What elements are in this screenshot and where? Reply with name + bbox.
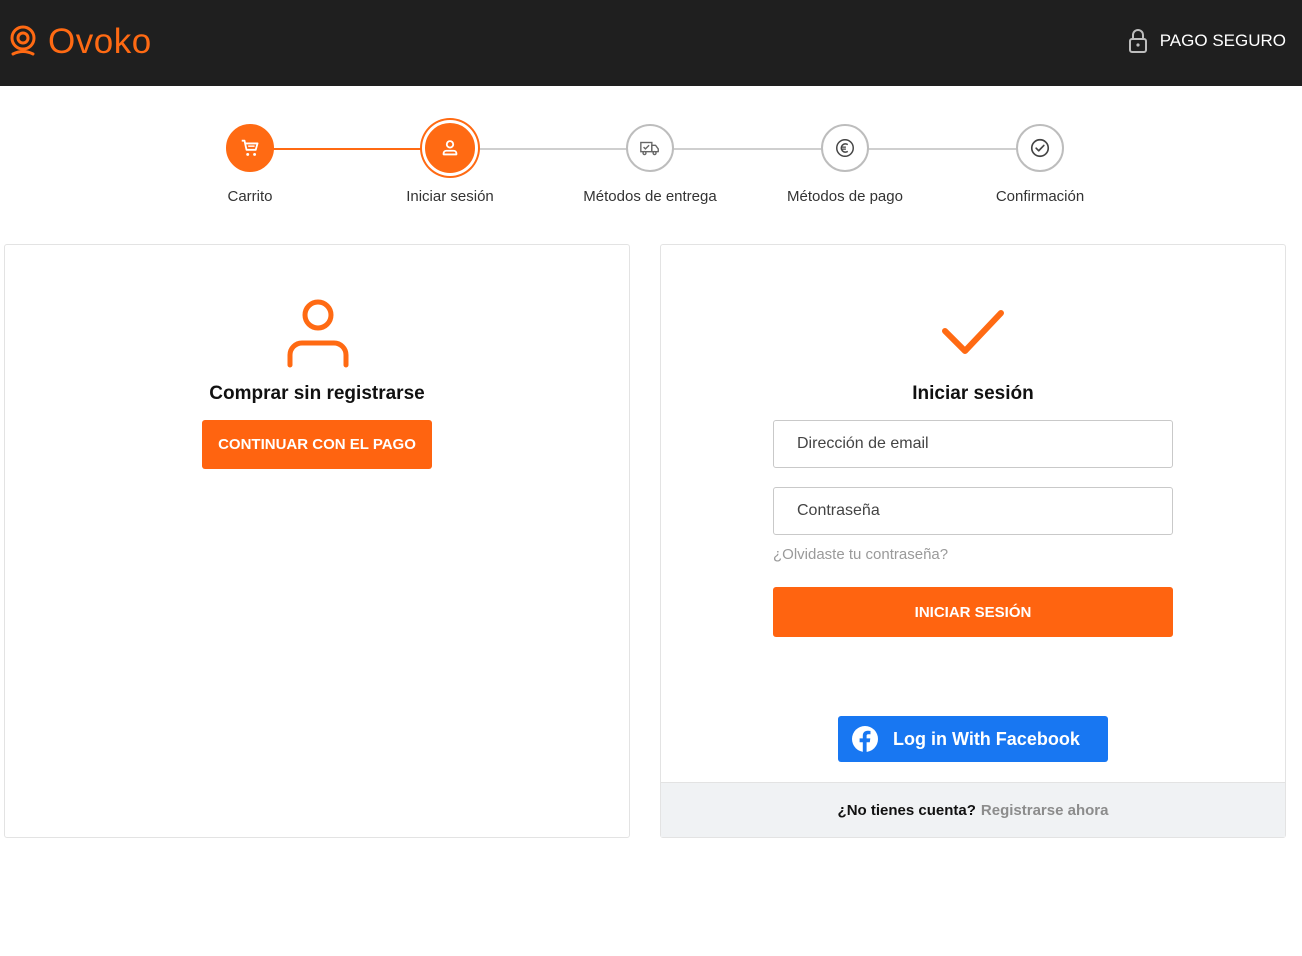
password-field[interactable] bbox=[773, 487, 1173, 535]
facebook-login-label: Log in With Facebook bbox=[893, 728, 1080, 749]
step-delivery-label: Métodos de entrega bbox=[583, 188, 717, 205]
step-delivery-circle bbox=[626, 124, 674, 172]
user-icon bbox=[442, 140, 458, 156]
check-circle-icon bbox=[1030, 138, 1050, 158]
brand-name: Ovoko bbox=[48, 22, 152, 61]
guest-checkout-card: Comprar sin registrarse CONTINUAR CON EL… bbox=[4, 244, 630, 838]
step-login-label: Iniciar sesión bbox=[406, 188, 494, 205]
cart-icon bbox=[241, 139, 259, 156]
step-confirmation-label: Confirmación bbox=[995, 188, 1085, 205]
step-login[interactable]: Iniciar sesión bbox=[350, 123, 550, 205]
step-delivery[interactable]: Métodos de entrega bbox=[550, 124, 750, 205]
register-link[interactable]: Registrarse ahora bbox=[981, 802, 1109, 819]
email-field[interactable] bbox=[773, 420, 1173, 468]
step-confirmation[interactable]: Confirmación bbox=[940, 124, 1140, 205]
euro-icon bbox=[836, 139, 854, 157]
step-payment-label: Métodos de pago bbox=[787, 188, 903, 205]
step-payment-circle bbox=[821, 124, 869, 172]
top-bar: Ovoko PAGO SEGURO bbox=[0, 0, 1302, 86]
user-icon bbox=[287, 299, 349, 368]
secure-payment-label: PAGO SEGURO bbox=[1159, 31, 1286, 50]
login-title: Iniciar sesión bbox=[912, 383, 1034, 404]
guest-title: Comprar sin registrarse bbox=[209, 383, 425, 404]
ovoko-logo-icon bbox=[10, 25, 36, 56]
step-cart-label: Carrito bbox=[227, 188, 273, 205]
checkmark-icon bbox=[942, 310, 1004, 354]
lock-icon bbox=[1128, 29, 1147, 53]
facebook-icon bbox=[852, 726, 878, 752]
brand-logo[interactable]: Ovoko bbox=[8, 22, 152, 62]
secure-payment: PAGO SEGURO bbox=[1128, 28, 1286, 54]
login-submit-button[interactable]: INICIAR SESIÓN bbox=[773, 587, 1173, 637]
continue-payment-button[interactable]: CONTINUAR CON EL PAGO bbox=[202, 420, 432, 469]
step-cart[interactable]: Carrito bbox=[150, 124, 350, 205]
truck-icon bbox=[640, 141, 659, 156]
forgot-password-link[interactable]: ¿Olvidaste tu contraseña? bbox=[773, 546, 948, 563]
step-confirmation-circle bbox=[1016, 124, 1064, 172]
step-payment[interactable]: Métodos de pago bbox=[745, 124, 945, 205]
step-cart-circle bbox=[226, 124, 274, 172]
register-question: ¿No tienes cuenta? bbox=[837, 801, 976, 819]
login-card: Iniciar sesión ¿Olvidaste tu contraseña?… bbox=[660, 244, 1286, 838]
step-login-circle bbox=[425, 123, 475, 173]
register-footer: ¿No tienes cuenta? Registrarse ahora bbox=[661, 782, 1285, 837]
checkout-stepper: Carrito Iniciar sesión Métodos de entreg… bbox=[0, 86, 1302, 236]
facebook-login-button[interactable]: Log in With Facebook bbox=[838, 716, 1108, 762]
